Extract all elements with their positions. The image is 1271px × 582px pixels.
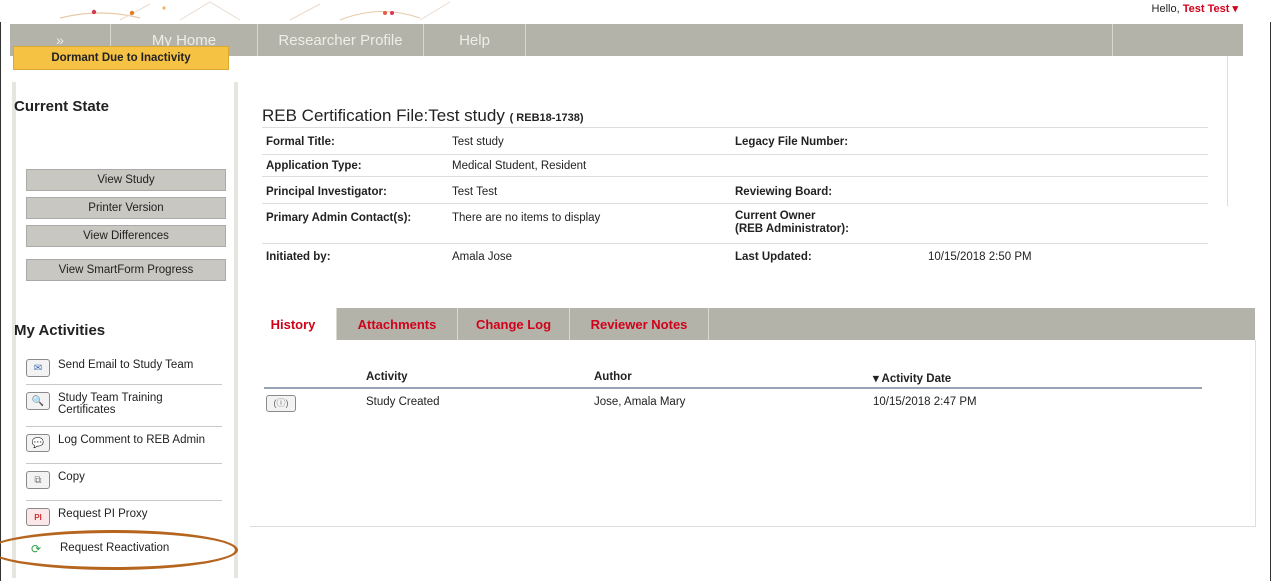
tab-attachments[interactable]: Attachments [337, 308, 458, 340]
email-icon: ✉ [26, 359, 50, 377]
tab-reviewer-notes[interactable]: Reviewer Notes [570, 308, 709, 340]
nav-spacer [526, 24, 1113, 56]
field-label: Formal Title: [266, 136, 335, 148]
activity-divider [26, 384, 222, 385]
field-label: Primary Admin Contact(s): [266, 212, 412, 224]
my-activities-title: My Activities [14, 322, 106, 339]
activity-divider [26, 426, 222, 427]
activity-label: Study Team Training Certificates [58, 392, 163, 416]
record-code: ( REB18-1738) [509, 112, 584, 124]
activity-divider [26, 463, 222, 464]
field-label: Application Type: [266, 160, 362, 172]
nav-researcher-profile[interactable]: Researcher Profile [258, 24, 424, 56]
activity-label: Copy [58, 471, 85, 483]
printer-version-button[interactable]: Printer Version [26, 197, 226, 219]
study-created-icon[interactable]: (ⓘ) [266, 395, 296, 412]
field-value: 10/15/2018 2:50 PM [928, 251, 1032, 263]
greeting-text: Hello, [1151, 3, 1183, 15]
info-row-initiated: Initiated by: Amala Jose Last Updated: 1… [262, 243, 1208, 270]
field-label: Initiated by: [266, 251, 331, 263]
activity-log-comment[interactable]: 💬 Log Comment to REB Admin [26, 434, 222, 452]
cell-date: 10/15/2018 2:47 PM [873, 396, 977, 408]
user-name: Test Test [1182, 3, 1230, 15]
comment-icon: 💬 [26, 434, 50, 452]
pi-proxy-icon: PI [26, 508, 50, 526]
copy-icon: ⧉ [26, 471, 50, 489]
tab-history[interactable]: History [250, 308, 337, 340]
page-title: REB Certification File:Test study ( REB1… [262, 106, 584, 126]
divider [1227, 56, 1228, 206]
activity-label: Send Email to Study Team [58, 359, 194, 371]
field-label: Legacy File Number: [735, 136, 849, 148]
user-menu[interactable]: Test Test ▾ [1183, 3, 1238, 15]
caret-down-icon: ▾ [1232, 3, 1238, 15]
field-value: Test Test [452, 186, 498, 198]
info-row-application-type: Application Type: Medical Student, Resid… [262, 154, 1208, 177]
tab-bar: History Attachments Change Log Reviewer … [250, 308, 1255, 340]
field-value: There are no items to display [452, 212, 601, 224]
nav-help[interactable]: Help [424, 24, 526, 56]
title-prefix: REB Certification File: [262, 106, 429, 125]
view-smartform-progress-button[interactable]: View SmartForm Progress [26, 259, 226, 281]
column-activity[interactable]: Activity [366, 371, 408, 383]
activity-label: Log Comment to REB Admin [58, 434, 206, 446]
user-greeting: Hello, Test Test ▾ [1152, 2, 1238, 15]
activity-training-certificates[interactable]: 🔍 Study Team Training Certificates [26, 392, 222, 416]
cell-activity: Study Created [366, 396, 440, 408]
column-author[interactable]: Author [594, 371, 632, 383]
activity-divider [26, 500, 222, 501]
history-table-header: Activity Author ▾ Activity Date [264, 365, 1202, 389]
info-row-pi: Principal Investigator: Test Test Review… [262, 176, 1208, 204]
info-row-admin-contact: Primary Admin Contact(s): There are no i… [262, 203, 1208, 244]
field-label: (REB Administrator): [735, 223, 849, 235]
header-banner: Hello, Test Test ▾ [0, 0, 1271, 22]
field-value: Medical Student, Resident [452, 160, 587, 172]
field-label: Reviewing Board: [735, 186, 833, 198]
view-differences-button[interactable]: View Differences [26, 225, 226, 247]
nav-spacer-end [1113, 24, 1243, 56]
activity-request-pi-proxy[interactable]: PI Request PI Proxy [26, 508, 222, 526]
current-state-title: Current State [14, 98, 110, 115]
banner-decoration [59, 1, 451, 21]
field-label: Last Updated: [735, 251, 812, 263]
activity-label: Request PI Proxy [58, 508, 148, 520]
history-panel: Activity Author ▾ Activity Date (ⓘ) Stud… [250, 340, 1256, 527]
activity-copy[interactable]: ⧉ Copy [26, 471, 222, 489]
tab-change-log[interactable]: Change Log [458, 308, 570, 340]
certificate-icon: 🔍 [26, 392, 50, 410]
view-study-button[interactable]: View Study [26, 169, 226, 191]
state-badge: Dormant Due to Inactivity [13, 46, 229, 70]
field-value: Amala Jose [452, 251, 513, 263]
field-value: Test study [452, 136, 504, 148]
activity-send-email[interactable]: ✉ Send Email to Study Team [26, 359, 222, 377]
title-text: Test study [428, 106, 505, 125]
column-activity-date[interactable]: ▾ Activity Date [873, 371, 951, 385]
info-row-formal-title: Formal Title: Test study Legacy File Num… [262, 127, 1208, 155]
cell-author: Jose, Amala Mary [594, 396, 686, 408]
field-label: Current Owner [735, 210, 816, 222]
field-label: Principal Investigator: [266, 186, 387, 198]
